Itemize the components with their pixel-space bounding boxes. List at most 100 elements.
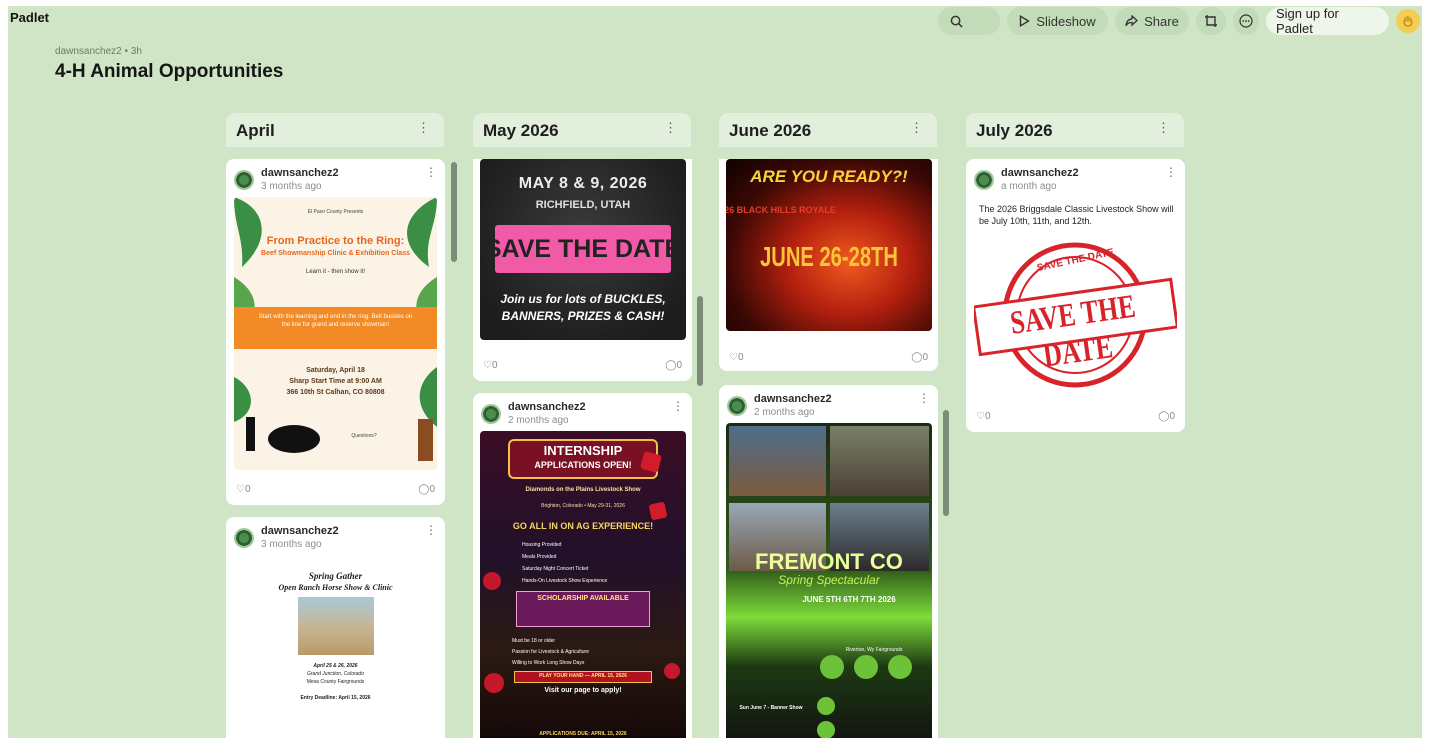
search-icon — [950, 15, 963, 28]
poster-title: From Practice to the Ring: — [266, 235, 405, 247]
poster-save: SAVE THE DATE — [484, 235, 682, 263]
column-scrollbar[interactable] — [697, 296, 703, 386]
poster-subtitle: Beef Showmanship Clinic & Exhibition Cla… — [261, 250, 410, 257]
column-menu-icon[interactable]: ⋮ — [910, 120, 923, 136]
poster-entry: Entry Deadline: April 15, 2026 — [300, 695, 371, 701]
top-toolbar: Slideshow Share Sign up for Padlet — [938, 6, 1422, 36]
post-card[interactable]: MAY 8 & 9, 2026 RICHFIELD, UTAH SAVE THE… — [473, 159, 692, 381]
column-menu-icon[interactable]: ⋮ — [664, 120, 677, 136]
post-author: dawnsanchez2 — [261, 167, 339, 179]
column-header-july[interactable]: July 2026 ⋮ — [966, 113, 1184, 147]
heart-icon: ♡ — [976, 411, 985, 422]
post-menu-icon[interactable]: ⋮ — [672, 399, 684, 413]
post-body-text: The 2026 Briggsdale Classic Livestock Sh… — [979, 204, 1174, 226]
comment-count: 0 — [429, 484, 435, 495]
more-icon — [1239, 14, 1253, 28]
author-avatar — [481, 404, 501, 424]
author-avatar — [234, 528, 254, 548]
signup-button[interactable]: Sign up for Padlet — [1266, 6, 1389, 36]
column-title: May 2026 — [483, 121, 559, 140]
post-card[interactable]: ARE YOU READY?! 2026 BLACK HILLS ROYALE … — [719, 159, 938, 371]
comment-count: 0 — [1169, 411, 1175, 422]
comment-icon: ◯ — [911, 352, 923, 363]
post-time: 2 months ago — [508, 415, 569, 426]
horse-show-photo — [298, 597, 374, 655]
poster-band-text: Start with the learning and end in the r… — [258, 314, 413, 328]
heart-icon: ♡ — [483, 360, 492, 371]
board-title: 4-H Animal Opportunities — [55, 61, 284, 82]
poster-subtitle: Open Ranch Horse Show & Clinic — [278, 583, 393, 592]
like-count: 0 — [491, 360, 498, 371]
poster-questions: Questions? — [351, 433, 377, 439]
post-image[interactable]: El Paso County Presents From Practice to… — [234, 197, 437, 470]
comment-button[interactable]: ◯0 — [1158, 411, 1175, 422]
dice-and-chips-graphic — [483, 451, 680, 693]
comment-count: 0 — [676, 360, 682, 371]
author-avatar — [974, 170, 994, 190]
post-menu-icon[interactable]: ⋮ — [425, 523, 437, 537]
post-footer: ♡0 ◯0 — [481, 360, 684, 378]
post-card[interactable]: dawnsanchez2 a month ago ⋮ The 2026 Brig… — [966, 159, 1185, 432]
post-card[interactable]: dawnsanchez2 2 months ago ⋮ INTERNSHIP A… — [473, 393, 692, 738]
column-menu-icon[interactable]: ⋮ — [417, 120, 430, 136]
post-header: dawnsanchez2 2 months ago — [481, 401, 681, 429]
post-image[interactable]: MAY 8 & 9, 2026 RICHFIELD, UTAH SAVE THE… — [480, 159, 686, 340]
like-count: 0 — [737, 352, 744, 363]
poster-venue: Mesa County Fairgrounds — [306, 679, 365, 685]
column-header-may[interactable]: May 2026 ⋮ — [473, 113, 691, 147]
poster-date: Saturday, April 18 — [306, 367, 365, 374]
slideshow-label: Slideshow — [1036, 13, 1096, 29]
author-avatar — [234, 170, 254, 190]
post-author: dawnsanchez2 — [1001, 167, 1079, 179]
user-avatar[interactable] — [1396, 9, 1420, 33]
more-options-button[interactable] — [1233, 7, 1259, 35]
post-author: dawnsanchez2 — [508, 401, 586, 413]
column-scrollbar[interactable] — [943, 410, 949, 516]
like-button[interactable]: ♡0 — [976, 411, 991, 422]
poster-place: Grand Junction, Colorado — [307, 671, 364, 677]
like-button[interactable]: ♡0 — [236, 484, 251, 495]
like-count: 0 — [244, 484, 251, 495]
post-image[interactable]: SAVE THE DATE SAVE THE DATE — [974, 235, 1177, 395]
post-image[interactable]: FREMONT CO Spring Spectacular JUNE 5TH 6… — [726, 423, 932, 738]
slideshow-button[interactable]: Slideshow — [1007, 7, 1108, 35]
post-menu-icon[interactable]: ⋮ — [918, 391, 930, 405]
post-menu-icon[interactable]: ⋮ — [1165, 165, 1177, 179]
remake-icon — [1205, 15, 1217, 27]
hand-icon — [1403, 15, 1413, 27]
post-card[interactable]: dawnsanchez2 2 months ago ⋮ FREMONT CO S… — [719, 385, 938, 738]
padlet-logo[interactable]: Padlet — [10, 10, 49, 25]
column-header-april[interactable]: April ⋮ — [226, 113, 444, 147]
share-label: Share — [1144, 13, 1179, 29]
post-menu-icon[interactable]: ⋮ — [425, 165, 437, 179]
like-button[interactable]: ♡0 — [483, 360, 498, 371]
post-header: dawnsanchez2 3 months ago — [234, 525, 434, 553]
search-button[interactable] — [938, 7, 1000, 35]
post-header: dawnsanchez2 a month ago — [974, 167, 1174, 195]
post-card[interactable]: dawnsanchez2 3 months ago ⋮ Spring Gathe… — [226, 517, 445, 738]
column-header-june[interactable]: June 2026 ⋮ — [719, 113, 937, 147]
comment-button[interactable]: ◯0 — [665, 360, 682, 371]
comment-button[interactable]: ◯0 — [418, 484, 435, 495]
padlet-board: Padlet Slideshow Share Sign up for Padle… — [8, 6, 1422, 738]
remake-button[interactable] — [1196, 7, 1226, 35]
column-title: June 2026 — [729, 121, 812, 140]
post-image[interactable]: ARE YOU READY?! 2026 BLACK HILLS ROYALE … — [726, 159, 932, 331]
column-title: July 2026 — [976, 121, 1053, 140]
like-button[interactable]: ♡0 — [729, 352, 744, 363]
poster-top: El Paso County Presents — [307, 209, 364, 215]
post-image[interactable]: Spring Gather Open Ranch Horse Show & Cl… — [234, 557, 437, 738]
column-scrollbar[interactable] — [451, 162, 457, 262]
column-title: April — [236, 121, 275, 140]
poster-dates: JUNE 26-28TH — [760, 241, 898, 272]
share-button[interactable]: Share — [1115, 7, 1189, 35]
post-header: dawnsanchez2 3 months ago — [234, 167, 434, 195]
comment-button[interactable]: ◯0 — [911, 352, 928, 363]
column-menu-icon[interactable]: ⋮ — [1157, 120, 1170, 136]
post-image[interactable]: INTERNSHIP APPLICATIONS OPEN! Diamonds o… — [480, 431, 686, 738]
post-footer: ♡0 ◯0 — [727, 352, 930, 370]
poster-dates: MAY 8 & 9, 2026 — [518, 175, 648, 192]
comment-icon: ◯ — [418, 484, 430, 495]
post-card[interactable]: dawnsanchez2 3 months ago ⋮ El Paso Coun… — [226, 159, 445, 505]
comment-icon: ◯ — [1158, 411, 1170, 422]
